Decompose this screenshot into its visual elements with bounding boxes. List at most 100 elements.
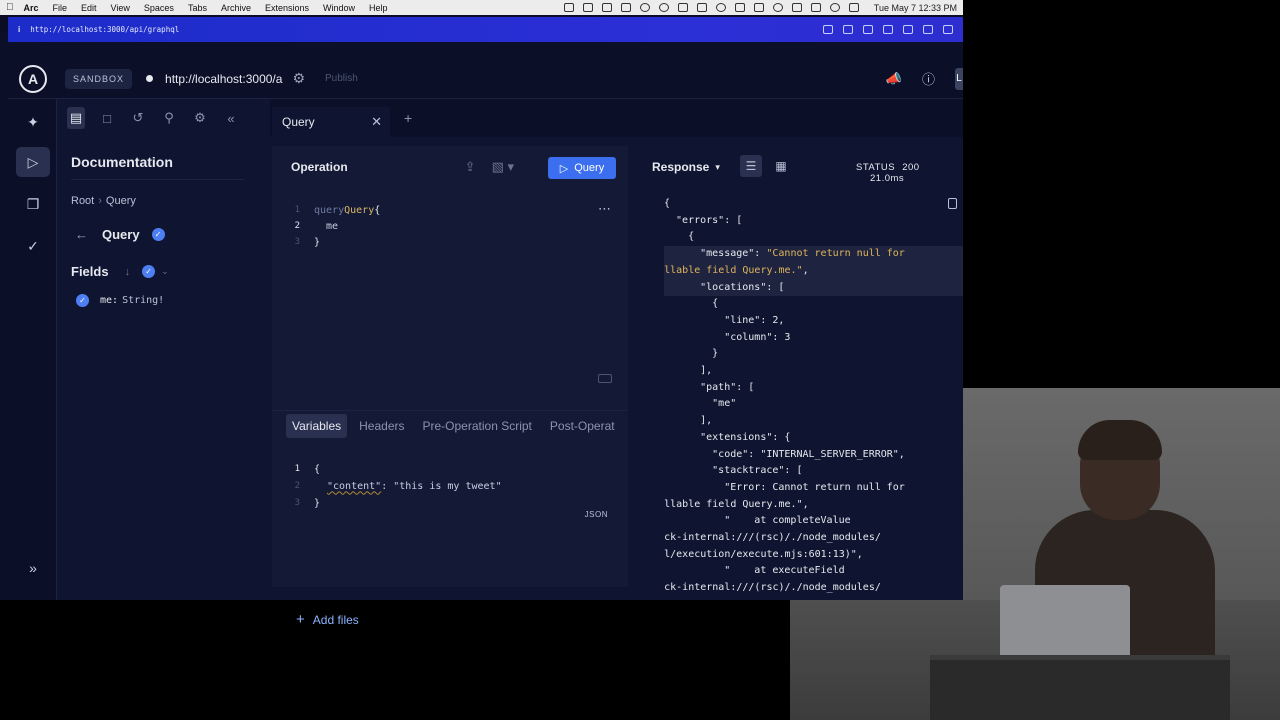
tab-pre-operation-script[interactable]: Pre-Operation Script [417,414,538,438]
share-icon[interactable]: ⇪ [465,159,476,175]
chevron-down-icon[interactable]: ⌄ [161,266,169,277]
response-line: "me" [664,398,737,410]
response-title-dropdown[interactable]: Response ▾ [652,160,720,174]
user-avatar[interactable]: L [955,67,963,90]
tab-query[interactable]: Query ✕ [272,107,390,137]
explorer-nav-icon[interactable]: ▷ [16,147,50,177]
camera-icon[interactable] [863,25,873,34]
type-selected-check-icon[interactable]: ✓ [151,228,165,241]
volume-icon[interactable] [753,3,764,12]
keyword-token: query [314,204,345,216]
back-arrow-icon[interactable]: ← [75,227,88,242]
screenshot-icon[interactable] [677,3,688,12]
gear-icon[interactable]: ⚙ [191,110,209,126]
extensions-icon[interactable] [903,25,913,34]
menu-archive[interactable]: Archive [221,3,251,13]
json-view-icon[interactable]: ☰ [740,155,762,177]
settings-icon[interactable] [923,25,933,34]
response-body[interactable]: { "errors": [ { "message": "Cannot retur… [664,196,963,600]
spotlight-search-icon[interactable] [829,3,840,12]
breadcrumb-query[interactable]: Query [106,195,136,207]
menu-edit[interactable]: Edit [81,3,97,13]
menu-window[interactable]: Window [323,3,355,13]
search-icon[interactable]: ⚲ [160,110,178,126]
bookmark-icon[interactable]: □ [98,111,116,126]
calendar-icon[interactable] [601,3,612,12]
breadcrumb-root[interactable]: Root [71,195,94,207]
publish-button[interactable]: Publish [325,73,358,84]
tab-variables[interactable]: Variables [286,413,348,438]
response-line: (webpack-internal:///(rsc)/./node_module… [664,582,881,594]
display-icon[interactable] [563,3,574,12]
response-line: "code": "INTERNAL_SERVER_ERROR", [664,448,905,460]
connection-settings-icon[interactable]: ⚙ [292,70,305,87]
menubar-clock[interactable]: Tue May 7 12:33 PM [874,3,957,13]
sidebar-icon[interactable] [883,25,893,34]
history-icon[interactable]: ↺ [129,110,147,126]
add-tab-icon[interactable]: + [404,110,412,126]
sort-icon[interactable]: ↓ [125,266,131,278]
help-icon[interactable]: ⓘ [922,69,935,88]
field-selected-check-icon[interactable]: ✓ [76,294,89,307]
collapse-icon[interactable]: « [222,111,240,126]
apollo-logo-icon[interactable]: A [19,64,47,93]
response-line: non-nullable field Query.me.", [664,262,963,280]
gamepad-icon[interactable] [791,3,802,12]
schema-nav-icon[interactable]: ✦ [16,107,50,137]
announcements-icon[interactable]: 📣 [886,71,902,87]
browser-url[interactable]: http://localhost:3000/api/graphql [30,25,179,34]
documentation-icon[interactable]: ▤ [67,107,85,129]
link-icon[interactable] [823,25,833,34]
collections-nav-icon[interactable]: ❐ [16,189,50,219]
add-files-button[interactable]: + Add files [296,611,359,628]
picture-in-picture-icon[interactable] [843,25,853,34]
bird-icon[interactable] [696,3,707,12]
keyboard-shortcuts-icon[interactable] [598,374,612,383]
bluetooth-icon[interactable] [734,3,745,12]
apple-icon[interactable]:  [6,2,14,13]
menu-file[interactable]: File [53,3,68,13]
endpoint-input[interactable]: http://localhost:3000/a [165,72,282,86]
notion-icon[interactable] [582,3,593,12]
menu-tabs[interactable]: Tabs [188,3,207,13]
battery-icon[interactable] [620,3,631,12]
menu-extensions[interactable]: Extensions [265,3,309,13]
save-icon[interactable]: ▧ ▾ [492,159,514,175]
wifi-icon[interactable] [810,3,821,12]
menu-help[interactable]: Help [369,3,388,13]
operation-editor[interactable]: 1 query Query { 2 me 3 } [272,196,628,396]
play-icon[interactable] [772,3,783,12]
select-all-fields-check-icon[interactable]: ✓ [142,265,156,278]
browser-url-bar[interactable]: i http://localhost:3000/api/graphql [8,17,963,42]
brace-token: { [314,463,321,475]
menu-app-name[interactable]: Arc [24,3,39,13]
field-type[interactable]: String! [122,295,164,306]
table-view-icon[interactable]: ▦ [770,155,792,177]
response-line: " at executeField [664,565,845,577]
line-number: 3 [294,498,300,508]
menu-spaces[interactable]: Spaces [144,3,174,13]
operation-tabs-bar: Query ✕ + [270,99,963,137]
more-options-icon[interactable]: ⋯ [598,201,612,217]
line-number: 3 [294,237,300,247]
checks-nav-icon[interactable]: ✓ [16,231,50,261]
site-info-icon[interactable]: i [18,25,20,34]
tab-headers[interactable]: Headers [353,414,410,438]
play-icon: ▷ [559,162,569,175]
chatgpt-icon[interactable] [639,3,650,12]
field-name: me: [100,295,119,306]
laptop [1000,585,1130,665]
expand-nav-icon[interactable]: » [16,553,50,583]
layers-icon[interactable] [715,3,726,12]
control-center-icon[interactable] [848,3,859,12]
more-icon[interactable] [943,25,953,34]
field-row-me[interactable]: ✓ me: String! [76,294,164,307]
topbar-right-actions: 📣 ⓘ L [886,67,963,90]
github-icon[interactable] [658,3,669,12]
current-type-name: Query [102,227,140,242]
run-query-button[interactable]: ▷ Query [548,157,616,179]
close-icon[interactable]: ✕ [371,114,382,130]
response-line: "message": "Cannot return null for [664,246,963,263]
menu-view[interactable]: View [111,3,130,13]
tab-post-operation-script[interactable]: Post-Operat [544,414,621,438]
